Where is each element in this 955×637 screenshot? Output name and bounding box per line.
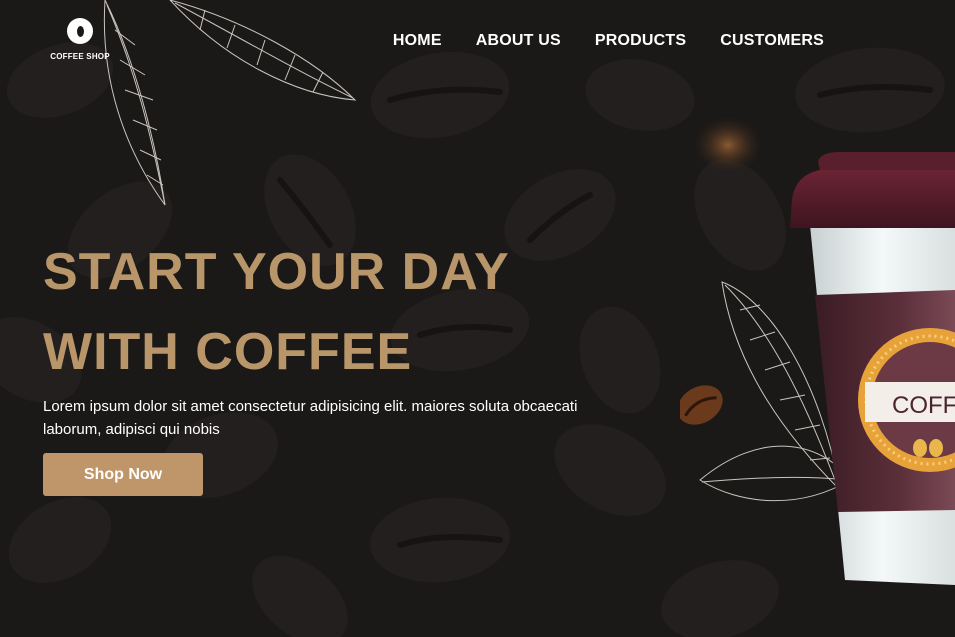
coffee-cup-illustration: COFFEE bbox=[680, 117, 955, 585]
nav-about-us[interactable]: ABOUT US bbox=[476, 32, 561, 50]
leaf-illustration bbox=[103, 0, 357, 206]
shop-now-button[interactable]: Shop Now bbox=[43, 453, 203, 496]
nav-home[interactable]: HOME bbox=[393, 32, 442, 50]
coffee-bean-logo-icon bbox=[67, 18, 93, 44]
hero-title-line-1: START YOUR DAY bbox=[43, 243, 510, 301]
nav-customers[interactable]: CUSTOMERS bbox=[720, 32, 824, 50]
hero-description: Lorem ipsum dolor sit amet consectetur a… bbox=[43, 398, 578, 438]
brand-logo[interactable]: COFFEE SHOP bbox=[40, 16, 110, 64]
main-nav: HOME ABOUT US PRODUCTS CUSTOMERS bbox=[393, 32, 824, 50]
brand-name: COFFEE SHOP bbox=[50, 52, 110, 61]
cup-label: COFFEE bbox=[892, 392, 955, 419]
nav-products[interactable]: PRODUCTS bbox=[595, 32, 686, 50]
coffee-bean-icon bbox=[680, 385, 723, 425]
blurred-coffee-bean-icon bbox=[694, 117, 762, 173]
hero-title: START YOUR DAY WITH COFFEE bbox=[43, 232, 510, 392]
hero-title-line-2: WITH COFFEE bbox=[43, 323, 413, 381]
